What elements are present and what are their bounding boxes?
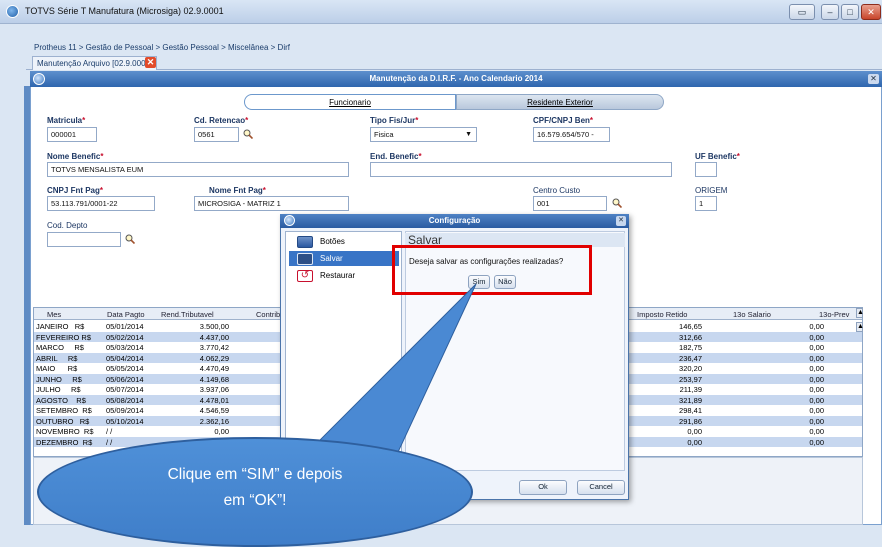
- callout-text: Clique em “SIM” e depois em “OK”!: [100, 462, 410, 514]
- callout-line-2: em “OK”!: [223, 492, 287, 509]
- callout-line-1: Clique em “SIM” e depois: [167, 466, 343, 483]
